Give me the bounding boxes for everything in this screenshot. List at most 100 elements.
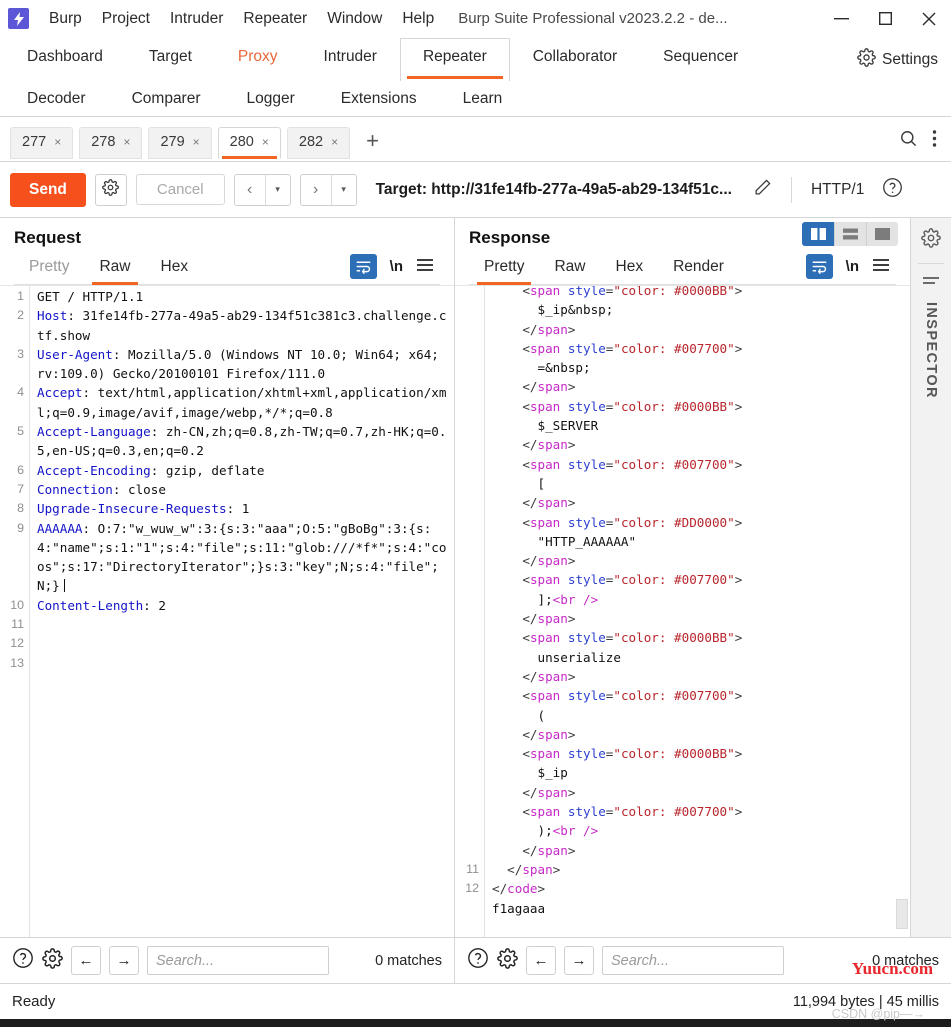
cancel-button[interactable]: Cancel [135,174,225,205]
menu-project[interactable]: Project [92,7,160,31]
layout-side-by-side-button[interactable] [802,222,834,246]
layout-single-button[interactable] [866,222,898,246]
search-prev-button[interactable]: ← [526,946,556,975]
request-menu-icon[interactable] [416,256,434,277]
menu-help[interactable]: Help [392,7,444,31]
request-subtabs: Pretty Raw Hex \n [14,252,440,285]
response-editor[interactable]: 11 12 <span style="color: #0000BB"> $_ip&… [455,286,910,937]
close-icon[interactable]: × [123,135,130,149]
response-tab-render[interactable]: Render [658,252,739,284]
response-code[interactable]: <span style="color: #0000BB"> $_ip&nbsp;… [485,286,910,937]
tab-target[interactable]: Target [126,38,215,80]
show-newlines-button[interactable]: \n [390,258,403,275]
forward-button-group[interactable]: › ▾ [299,173,357,206]
request-editor[interactable]: 12 3 4 5 6789 10 11 12 13 GET / HTTP/1.1 Hos… [0,286,454,937]
tab-repeater[interactable]: Repeater [399,38,510,81]
response-tab-hex[interactable]: Hex [601,252,659,284]
response-editor-wrap[interactable]: 11 12 <span style="color: #0000BB"> $_ip&… [455,285,910,937]
menu-repeater[interactable]: Repeater [233,7,317,31]
tab-extensions[interactable]: Extensions [318,80,440,116]
line-number: 2 [17,308,24,323]
show-newlines-button[interactable]: \n [846,258,859,275]
close-icon[interactable]: × [262,135,269,149]
help-icon[interactable] [12,947,34,974]
word-wrap-icon[interactable] [805,253,833,279]
help-icon[interactable] [882,177,903,203]
word-wrap-icon[interactable] [349,253,377,279]
request-editor-wrap[interactable]: 12 3 4 5 6789 10 11 12 13 GET / HTTP/1.1 Hos… [0,285,454,937]
tab-dashboard[interactable]: Dashboard [4,38,126,80]
response-tab-raw[interactable]: Raw [539,252,600,284]
code-token: </ [522,668,538,684]
response-tab-pretty[interactable]: Pretty [469,252,539,285]
chevron-down-icon[interactable]: ▾ [332,175,356,205]
code-token: $_ip [537,765,568,781]
repeater-tab-282[interactable]: 282 × [286,126,351,159]
help-icon[interactable] [467,947,489,974]
request-tab-actions: \n [344,253,440,283]
repeater-tab-label: 282 [298,134,324,150]
edit-target-icon[interactable] [753,178,772,202]
repeater-tab-279[interactable]: 279 × [148,126,212,159]
gear-icon[interactable] [42,947,63,974]
menu-burp[interactable]: Burp [39,7,92,31]
chevron-left-icon[interactable]: ‹ [235,175,265,205]
tab-decoder[interactable]: Decoder [4,80,109,116]
tab-logger[interactable]: Logger [224,80,318,116]
send-button[interactable]: Send [10,172,86,207]
code-line: </span> [492,783,906,802]
menu-window[interactable]: Window [317,7,392,31]
code-token: : close [112,481,166,497]
search-prev-button[interactable]: ← [71,946,101,975]
gear-icon[interactable] [497,947,518,974]
code-token: GET / HTTP/1.1 [37,289,144,304]
http-version-label[interactable]: HTTP/1 [811,181,864,199]
maximize-button[interactable] [863,4,907,34]
line-number-continuation [455,551,479,570]
code-token: User-Agent [37,346,113,362]
chevron-down-icon[interactable]: ▾ [266,175,290,205]
request-tab-hex[interactable]: Hex [146,252,204,284]
menu-intruder[interactable]: Intruder [160,7,233,31]
code-token: > [734,630,743,646]
gear-icon[interactable] [921,228,941,253]
request-code[interactable]: GET / HTTP/1.1 Host: 31fe14fb-277a-49a5-a… [30,286,454,937]
repeater-tab-278[interactable]: 278 × [79,126,143,159]
close-icon[interactable]: × [54,135,61,149]
request-search-input[interactable] [147,946,329,975]
response-scrollbar[interactable] [896,286,908,937]
tab-comparer[interactable]: Comparer [109,80,224,116]
request-tab-raw[interactable]: Raw [84,252,145,285]
tab-collaborator[interactable]: Collaborator [510,38,640,80]
repeater-tab-280[interactable]: 280 × [217,126,281,159]
minimize-button[interactable] [819,4,863,34]
tab-sequencer[interactable]: Sequencer [640,38,761,80]
request-tab-pretty[interactable]: Pretty [14,252,84,284]
line-number: 13 [10,655,24,670]
code-token: Accept-Encoding [37,462,151,478]
response-scrollbar-thumb[interactable] [896,899,908,929]
add-tab-button[interactable]: + [356,129,389,152]
repeater-tab-277[interactable]: 277 × [10,126,74,159]
tab-settings[interactable]: Settings [834,38,947,80]
tab-learn[interactable]: Learn [440,80,526,116]
response-search-input[interactable] [602,946,784,975]
tab-intruder[interactable]: Intruder [301,38,400,80]
code-token: </ [522,321,538,337]
code-token: span [529,340,561,356]
response-menu-icon[interactable] [872,256,890,277]
close-icon[interactable]: × [193,135,200,149]
search-icon[interactable] [899,129,918,153]
close-icon[interactable]: × [331,135,338,149]
tab-proxy[interactable]: Proxy [215,38,301,80]
back-button-group[interactable]: ‹ ▾ [233,173,291,206]
send-options-button[interactable] [94,173,127,206]
chevron-right-icon[interactable]: › [301,175,331,205]
overflow-menu-icon[interactable] [932,129,937,153]
collapse-icon[interactable] [922,273,940,294]
layout-stacked-button[interactable] [834,222,866,246]
search-next-button[interactable]: → [109,946,139,975]
search-next-button[interactable]: → [564,946,594,975]
close-button[interactable] [907,4,951,34]
